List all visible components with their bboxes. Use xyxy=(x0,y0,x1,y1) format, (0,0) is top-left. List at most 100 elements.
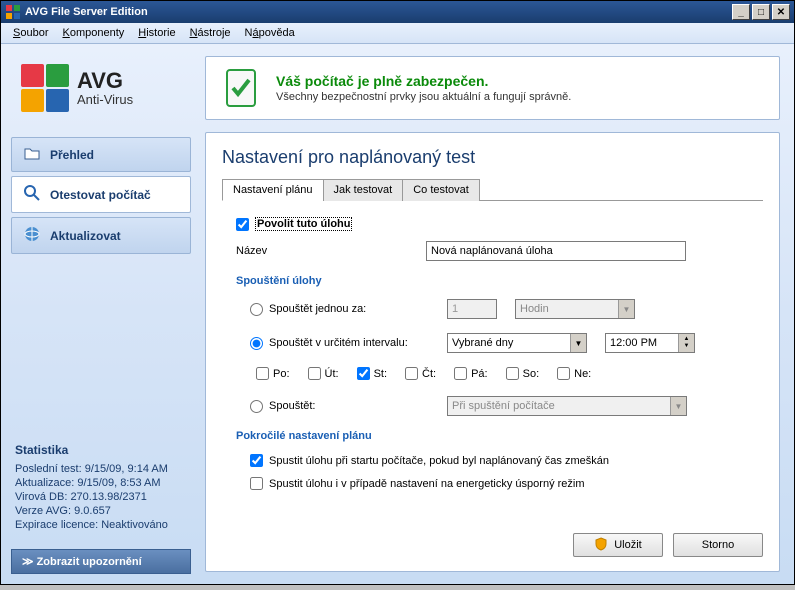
show-notifications-label: Zobrazit upozornění xyxy=(37,556,142,568)
stats-update-label: Aktualizace: xyxy=(15,477,74,489)
run-interval-radio[interactable] xyxy=(250,337,263,350)
run-on-label: Spouštět: xyxy=(269,400,441,412)
status-sub: Všechny bezpečnostní prvky jsou aktuální… xyxy=(276,91,571,103)
stats-db-label: Virová DB: xyxy=(15,491,67,503)
tab-schedule[interactable]: Nastavení plánu xyxy=(222,179,324,201)
folder-icon xyxy=(24,146,40,163)
logo-icon xyxy=(21,64,69,112)
spinner-icon[interactable]: ▲▼ xyxy=(678,334,694,352)
menu-file[interactable]: Soubor xyxy=(7,25,54,41)
day-thu-checkbox[interactable] xyxy=(405,367,418,380)
logo-sub: Anti-Virus xyxy=(77,92,133,107)
day-tue-checkbox[interactable] xyxy=(308,367,321,380)
run-on-radio[interactable] xyxy=(250,400,263,413)
interval-days-select[interactable]: Vybrané dny ▼ xyxy=(447,333,587,353)
tab-how[interactable]: Jak testovat xyxy=(323,179,404,201)
shield-icon xyxy=(594,537,608,554)
day-fri-checkbox[interactable] xyxy=(454,367,467,380)
stats-lastscan-label: Poslední test: xyxy=(15,463,82,475)
day-sun-checkbox[interactable] xyxy=(557,367,570,380)
chevron-down-icon: ▼ xyxy=(618,300,634,318)
stats-ver-value: 9.0.657 xyxy=(74,505,111,517)
panel-title: Nastavení pro naplánovaný test xyxy=(222,147,763,168)
status-title: Váš počítač je plně zabezpečen. xyxy=(276,73,571,89)
run-on-select: Při spuštění počítače ▼ xyxy=(447,396,687,416)
day-sat-checkbox[interactable] xyxy=(506,367,519,380)
stats-title: Statistika xyxy=(15,443,187,457)
run-every-unit-select: Hodin ▼ xyxy=(515,299,635,319)
stats-db-value: 270.13.98/2371 xyxy=(70,491,146,503)
stats-ver-label: Verze AVG: xyxy=(15,505,71,517)
logo: AVG Anti-Virus xyxy=(11,64,191,112)
stats-update-value: 9/15/09, 8:53 AM xyxy=(77,477,160,489)
menubar: Soubor Komponenty Historie Nástroje Nápo… xyxy=(1,23,794,44)
run-every-label: Spouštět jednou za: xyxy=(269,303,441,315)
run-interval-label: Spouštět v určitém intervalu: xyxy=(269,337,441,349)
menu-components[interactable]: Komponenty xyxy=(56,25,130,41)
adv-powersave-checkbox[interactable] xyxy=(250,477,263,490)
cancel-button[interactable]: Storno xyxy=(673,533,763,557)
nav-update[interactable]: Aktualizovat xyxy=(11,217,191,254)
adv-missed-label: Spustit úlohu při startu počítače, pokud… xyxy=(269,455,609,467)
logo-name: AVG xyxy=(77,70,133,92)
menu-help[interactable]: Nápověda xyxy=(239,25,301,41)
schedule-heading: Spouštění úlohy xyxy=(236,275,749,287)
stats-block: Statistika Poslední test: 9/15/09, 9:14 … xyxy=(11,437,191,539)
tabs: Nastavení plánu Jak testovat Co testovat xyxy=(222,178,763,201)
adv-missed-checkbox[interactable] xyxy=(250,454,263,467)
enable-task-label: Povolit tuto úlohu xyxy=(255,217,352,231)
day-wed-checkbox[interactable] xyxy=(357,367,370,380)
tab-what[interactable]: Co testovat xyxy=(402,179,480,201)
menu-history[interactable]: Historie xyxy=(132,25,181,41)
run-on-value: Při spuštění počítače xyxy=(448,400,670,412)
nav-update-label: Aktualizovat xyxy=(50,229,121,243)
day-wed-label: St: xyxy=(374,368,387,380)
day-thu-label: Čt: xyxy=(422,368,436,380)
nav-scan[interactable]: Otestovat počítač xyxy=(11,176,191,213)
enable-task-checkbox[interactable] xyxy=(236,218,249,231)
save-button[interactable]: Uložit xyxy=(573,533,663,557)
day-fri-label: Pá: xyxy=(471,368,488,380)
cancel-button-label: Storno xyxy=(702,539,734,551)
day-tue-label: Út: xyxy=(325,368,339,380)
day-mon-label: Po: xyxy=(273,368,290,380)
nav-overview[interactable]: Přehled xyxy=(11,137,191,172)
day-sun-label: Ne: xyxy=(574,368,591,380)
day-mon-checkbox[interactable] xyxy=(256,367,269,380)
interval-time-value: 12:00 PM xyxy=(606,337,678,349)
name-label: Název xyxy=(236,245,426,257)
maximize-button[interactable]: □ xyxy=(752,4,770,20)
settings-panel: Nastavení pro naplánovaný test Nastavení… xyxy=(205,132,780,572)
shield-check-icon xyxy=(220,67,262,109)
window-title: AVG File Server Edition xyxy=(25,6,732,18)
run-every-radio[interactable] xyxy=(250,303,263,316)
status-banner: Váš počítač je plně zabezpečen. Všechny … xyxy=(205,56,780,120)
interval-days-value: Vybrané dny xyxy=(448,337,570,349)
main-content: Váš počítač je plně zabezpečen. Všechny … xyxy=(201,44,794,584)
app-window: AVG File Server Edition _ □ ✕ Soubor Kom… xyxy=(0,0,795,585)
show-notifications-button[interactable]: ≫ Zobrazit upozornění xyxy=(11,549,191,574)
minimize-button[interactable]: _ xyxy=(732,4,750,20)
run-every-unit-value: Hodin xyxy=(516,303,618,315)
day-sat-label: So: xyxy=(523,368,540,380)
stats-lastscan-value: 9/15/09, 9:14 AM xyxy=(85,463,168,475)
nav-overview-label: Přehled xyxy=(50,148,94,162)
task-name-input[interactable] xyxy=(426,241,686,261)
adv-powersave-label: Spustit úlohu i v případě nastavení na e… xyxy=(269,478,585,490)
stats-lic-value: Neaktivováno xyxy=(101,519,168,531)
interval-time-select[interactable]: 12:00 PM ▲▼ xyxy=(605,333,695,353)
advanced-heading: Pokročilé nastavení plánu xyxy=(236,430,749,442)
menu-tools[interactable]: Nástroje xyxy=(184,25,237,41)
chevron-down-icon[interactable]: ▼ xyxy=(570,334,586,352)
sidebar: AVG Anti-Virus Přehled Otestovat počítač xyxy=(1,44,201,584)
app-icon xyxy=(5,4,21,20)
save-button-label: Uložit xyxy=(614,539,642,551)
close-button[interactable]: ✕ xyxy=(772,4,790,20)
chevron-down-icon: ▼ xyxy=(670,397,686,415)
nav-scan-label: Otestovat počítač xyxy=(50,188,151,202)
run-every-value xyxy=(447,299,497,319)
titlebar: AVG File Server Edition _ □ ✕ xyxy=(1,1,794,23)
stats-lic-label: Expirace licence: xyxy=(15,519,98,531)
globe-icon xyxy=(24,226,40,245)
days-row: Po: Út: St: Čt: Pá: So: Ne: xyxy=(256,367,749,380)
